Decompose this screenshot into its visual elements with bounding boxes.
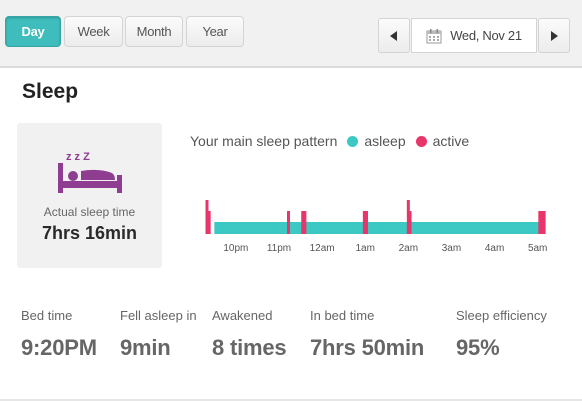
stat-bed-time: Bed time 9:20PM [21, 308, 97, 361]
stat-value: 8 times [212, 335, 287, 360]
stat-value: 9min [120, 335, 171, 360]
stat-label: Bed time [21, 308, 73, 323]
sleep-timeline-chart: 10pm 11pm 12am 1am 2am 3am 4am 5am [205, 200, 547, 254]
asleep-bar [214, 222, 542, 234]
stat-fell-asleep: Fell asleep in 9min [120, 308, 197, 361]
tick-label: 3am [442, 243, 461, 254]
active-mark [408, 211, 412, 234]
tick-label: 4am [485, 243, 504, 254]
active-mark [207, 211, 211, 234]
stat-awakened: Awakened 8 times [212, 308, 287, 361]
stat-sleep-efficiency: Sleep efficiency 95% [456, 308, 547, 361]
active-mark [303, 211, 307, 234]
stat-value: 9:20PM [21, 335, 97, 360]
active-mark [542, 211, 546, 234]
tick-label: 12am [310, 243, 335, 254]
tick-label: 2am [399, 243, 418, 254]
stat-in-bed-time: In bed time 7hrs 50min [310, 308, 424, 361]
stat-label: Sleep efficiency [456, 308, 547, 323]
stat-label: In bed time [310, 308, 375, 323]
active-mark [286, 211, 290, 234]
stat-label: Fell asleep in [120, 308, 197, 323]
stat-value: 95% [456, 335, 500, 360]
active-mark [365, 211, 369, 234]
tick-label: 11pm [267, 243, 291, 254]
stat-value: 7hrs 50min [310, 335, 425, 360]
tick-label: 1am [355, 243, 374, 254]
tick-label: 10pm [223, 243, 248, 254]
stat-label: Awakened [212, 308, 273, 323]
tick-label: 5am [528, 243, 547, 254]
